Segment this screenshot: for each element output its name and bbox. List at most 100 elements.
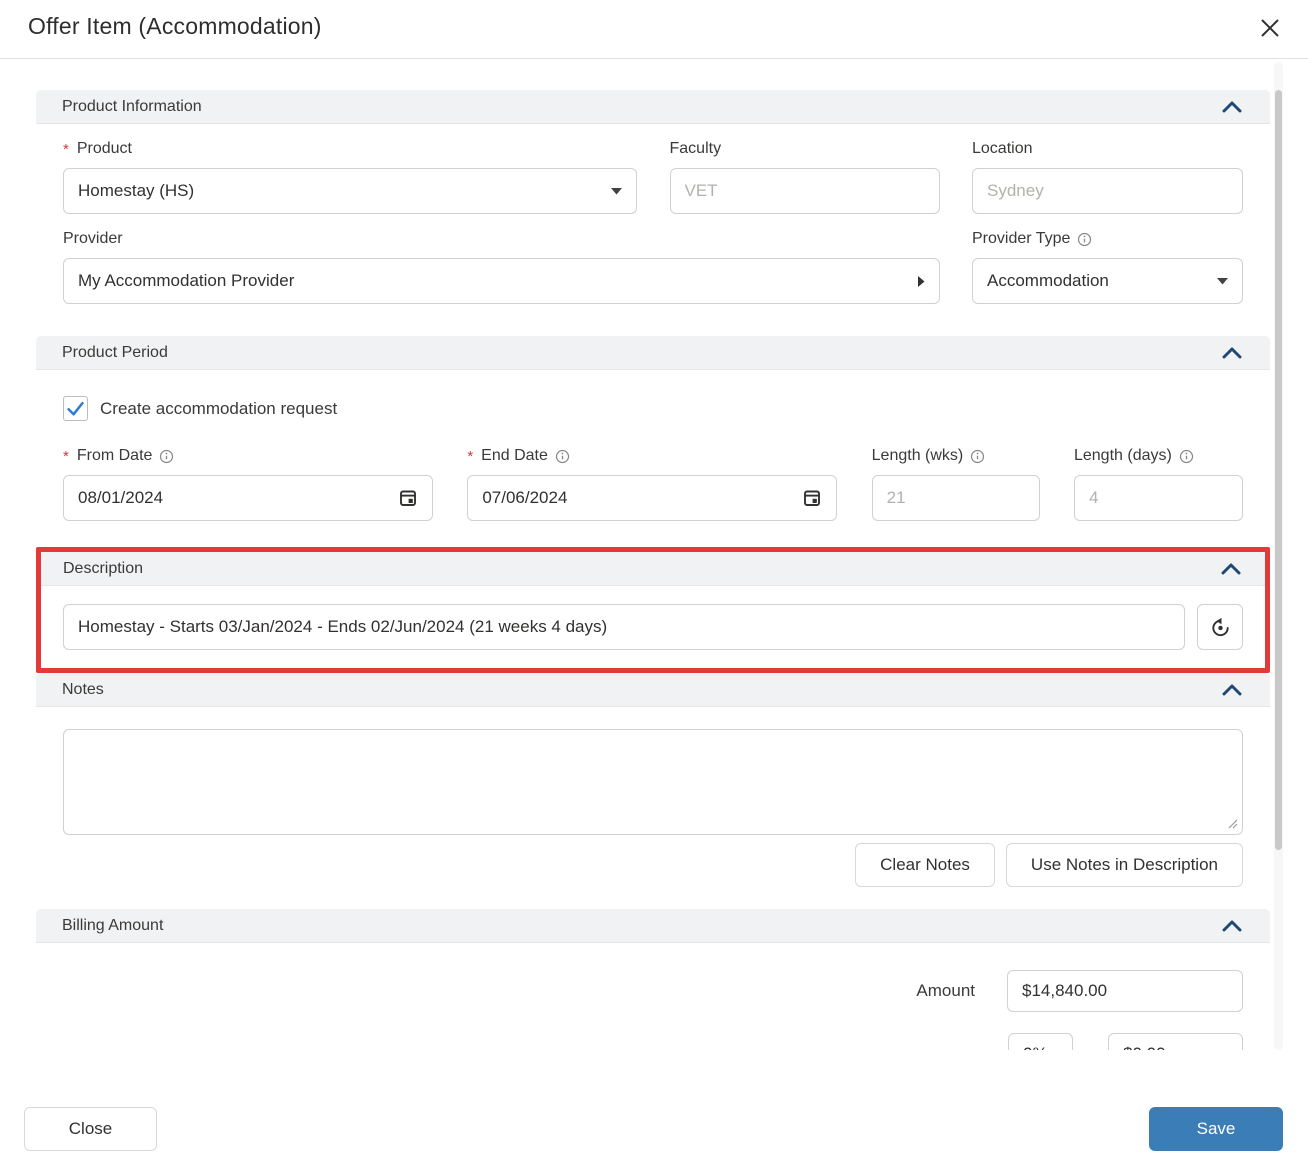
from-date-value[interactable] [78,488,390,508]
notes-textarea[interactable] [63,729,1243,835]
product-label: Product [76,140,132,157]
section-title: Billing Amount [62,916,164,934]
required-marker: * [467,447,474,465]
section-product-information: Product Information * Product Homestay (H… [36,90,1270,336]
length-wks-field: Length (wks) [871,447,1040,521]
faculty-field: Faculty [669,140,940,214]
calendar-icon [804,490,821,506]
info-icon [555,449,570,463]
info-icon [1179,449,1193,463]
section-header-billing-amount: Billing Amount [36,909,1270,943]
info-icon [160,449,174,463]
create-accommodation-request-checkbox[interactable] [63,396,88,421]
section-header-product-information: Product Information [36,90,1270,124]
length-wks-value [886,488,1025,508]
dialog-scroll-area: Product Information * Product Homestay (H… [0,58,1308,1050]
product-select[interactable]: Homestay (HS) [63,168,637,214]
checkmark-icon [67,401,84,416]
product-value: Homestay (HS) [78,181,195,200]
percent-value[interactable] [1023,1044,1058,1050]
length-days-label: Length (days) [1073,447,1172,464]
close-button[interactable]: Close [24,1107,157,1151]
description-highlight-annotation: Description [36,547,1270,673]
percent-input[interactable] [1008,1033,1073,1050]
provider-field: Provider My Accommodation Provider [63,230,940,304]
section-header-description: Description [41,552,1265,586]
length-days-input [1073,475,1243,521]
section-notes: Notes Clear Notes Use Notes in Descripti… [36,673,1270,909]
amount-label: Amount [916,981,975,1000]
provider-type-select[interactable]: Accommodation [972,258,1243,304]
chevron-right-icon [918,275,925,287]
required-marker: * [63,140,69,158]
amount-value[interactable] [1022,981,1228,1001]
section-product-period: Product Period Create accommodation requ… [36,336,1270,547]
section-title: Notes [62,680,104,698]
close-icon [1261,19,1279,37]
location-input [972,168,1243,214]
end-date-field: * End Date [467,447,838,521]
chevron-up-icon [1222,347,1242,358]
length-days-field: Length (days) [1073,447,1243,521]
collapse-description-button[interactable] [1219,559,1243,579]
faculty-input [669,168,940,214]
close-dialog-button[interactable] [1254,12,1286,44]
from-date-input[interactable] [63,475,433,521]
scrollbar-thumb[interactable] [1275,90,1282,850]
end-date-input[interactable] [467,475,838,521]
section-header-notes: Notes [36,673,1270,707]
use-notes-in-description-button[interactable]: Use Notes in Description [1005,843,1243,887]
chevron-up-icon [1222,684,1242,695]
chevron-up-icon [1222,920,1242,931]
chevron-down-icon [1217,277,1228,284]
end-date-calendar-button[interactable] [802,488,822,508]
section-description: Description [41,552,1265,668]
section-header-product-period: Product Period [36,336,1270,370]
section-title: Product Period [62,343,168,361]
secondary-amount-input[interactable] [1108,1033,1243,1050]
dialog-header: Offer Item (Accommodation) [0,0,1308,59]
chevron-up-icon [1221,563,1241,574]
product-field: * Product Homestay (HS) [63,140,637,214]
amount-input[interactable] [1007,970,1243,1012]
calendar-icon [400,490,416,506]
required-marker: * [63,447,69,465]
secondary-amount-value[interactable] [1123,1044,1228,1050]
section-title: Product Information [62,97,202,115]
provider-label: Provider [63,230,123,247]
clear-notes-button[interactable]: Clear Notes [855,843,995,887]
provider-type-label: Provider Type [972,230,1071,247]
collapse-billing-amount-button[interactable] [1220,916,1244,936]
scrollbar-track [1274,62,1283,1050]
collapse-notes-button[interactable] [1220,680,1244,700]
chevron-up-icon [1222,101,1242,112]
section-title: Description [63,559,144,577]
section-billing-amount: Billing Amount Amount [36,909,1270,1050]
collapse-product-information-button[interactable] [1220,97,1244,117]
faculty-label: Faculty [669,140,722,157]
description-value[interactable] [78,617,1170,637]
location-label: Location [972,140,1033,157]
end-date-label: End Date [481,447,548,464]
end-date-value[interactable] [482,488,795,508]
provider-lookup[interactable]: My Accommodation Provider [63,258,940,304]
info-icon [1078,232,1092,246]
reset-icon [1211,617,1229,636]
dialog-title: Offer Item (Accommodation) [28,13,322,39]
provider-type-value: Accommodation [987,271,1109,290]
chevron-down-icon [611,187,622,194]
length-wks-label: Length (wks) [871,447,964,464]
faculty-value [684,181,925,201]
location-value [987,181,1228,201]
location-field: Location [972,140,1243,214]
regenerate-description-button[interactable] [1197,604,1243,650]
length-wks-input [871,475,1040,521]
collapse-product-period-button[interactable] [1220,343,1244,363]
from-date-field: * From Date [63,447,433,521]
info-icon [971,449,985,463]
save-button[interactable]: Save [1149,1107,1283,1151]
description-input[interactable] [63,604,1185,650]
from-date-calendar-button[interactable] [398,488,418,508]
from-date-label: From Date [76,447,153,464]
create-accommodation-request-label: Create accommodation request [100,398,338,418]
